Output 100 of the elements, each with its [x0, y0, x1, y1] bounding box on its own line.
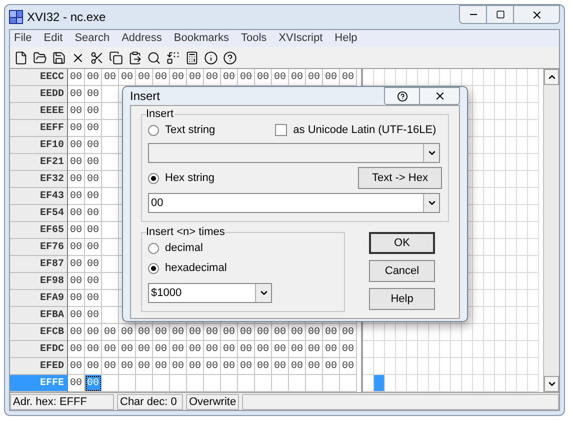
hex-cell[interactable]: 00	[153, 324, 170, 341]
hex-cell[interactable]: 00	[85, 86, 102, 103]
hex-cell[interactable]: 00	[136, 324, 153, 341]
hex-cell[interactable]: 00	[221, 358, 238, 375]
hex-cell[interactable]: 00	[238, 324, 255, 341]
dialog-button[interactable]: Cancel	[369, 260, 435, 282]
hex-cell[interactable]: 00	[68, 188, 85, 205]
hex-cell[interactable]: 00	[85, 154, 102, 171]
hex-cell[interactable]: 00	[170, 358, 187, 375]
hex-cell[interactable]: 00	[68, 137, 85, 154]
hex-cell[interactable]: 00	[221, 341, 238, 358]
hex-cell[interactable]: 00	[102, 341, 119, 358]
hex-cell[interactable]: 00	[289, 341, 306, 358]
hex-cell[interactable]: 00	[102, 69, 119, 86]
hex-cell[interactable]: 00	[170, 341, 187, 358]
hex-cell[interactable]: 00	[68, 341, 85, 358]
hex-cell[interactable]: 00	[68, 103, 85, 120]
hex-cell[interactable]: 00	[272, 324, 289, 341]
hex-cell[interactable]: 00	[68, 358, 85, 375]
hex-cell[interactable]: 00	[119, 324, 136, 341]
hex-cell[interactable]: 00	[255, 324, 272, 341]
hex-cell[interactable]: 00	[68, 171, 85, 188]
hex-cell[interactable]: 00	[323, 324, 340, 341]
hex-cell[interactable]: 00	[85, 69, 102, 86]
hex-cell[interactable]: 00	[306, 324, 323, 341]
hex-cell[interactable]: 00	[85, 188, 102, 205]
hex-cell[interactable]: 00	[102, 324, 119, 341]
dialog-button[interactable]: Help	[369, 288, 435, 310]
hex-cell[interactable]: 00	[340, 324, 357, 341]
hex-cell[interactable]: 00	[68, 69, 85, 86]
address-cell: EEEE	[10, 103, 67, 120]
hex-cell[interactable]: 00	[85, 205, 102, 222]
hex-cell[interactable]: 00	[170, 324, 187, 341]
dialog-button[interactable]: OK	[369, 232, 435, 254]
address-cell: EF21	[10, 154, 67, 171]
address-cell: EFDC	[10, 341, 67, 358]
hex-cell[interactable]: 00	[238, 358, 255, 375]
hex-cell[interactable]: 00	[85, 273, 102, 290]
hex-cell[interactable]: 00	[136, 341, 153, 358]
hex-cell[interactable]: 00	[289, 358, 306, 375]
hex-cell[interactable]: 00	[85, 290, 102, 307]
hex-cell[interactable]: 00	[323, 358, 340, 375]
hex-cell[interactable]: 00	[136, 358, 153, 375]
hex-cell[interactable]: 00	[85, 222, 102, 239]
hex-cell[interactable]: 00	[102, 358, 119, 375]
hex-cell[interactable]: 00	[68, 290, 85, 307]
hex-cell[interactable]: 00	[204, 341, 221, 358]
hex-cell[interactable]: 00	[68, 154, 85, 171]
hex-cell[interactable]: 00	[85, 324, 102, 341]
hex-cell[interactable]: 00	[187, 358, 204, 375]
hex-cell[interactable]: 00	[187, 341, 204, 358]
hex-cell[interactable]: 00	[68, 86, 85, 103]
hex-cell[interactable]: 00	[68, 205, 85, 222]
hex-cell[interactable]: 00	[153, 341, 170, 358]
hex-cell[interactable]: 00	[85, 103, 102, 120]
hex-cell[interactable]: 00	[68, 239, 85, 256]
hex-cell[interactable]: 00	[85, 256, 102, 273]
hex-cell[interactable]: 00	[85, 341, 102, 358]
menu-item[interactable]: File	[14, 30, 32, 47]
hex-cell[interactable]: 00	[85, 307, 102, 324]
text-to-hex-button[interactable]: Text -> Hex	[358, 167, 442, 189]
hex-cell[interactable]: 00	[204, 358, 221, 375]
menu-item[interactable]: Search	[74, 30, 110, 47]
hex-cell[interactable]: 00	[187, 324, 204, 341]
hex-cell[interactable]: 00	[68, 273, 85, 290]
hex-cell[interactable]: 00	[68, 120, 85, 137]
hex-cell[interactable]: 00	[272, 358, 289, 375]
hex-cell[interactable]: 00	[153, 358, 170, 375]
hex-cell[interactable]: 00	[68, 324, 85, 341]
menu-item[interactable]: Tools	[240, 30, 267, 47]
hex-cell[interactable]: 00	[68, 307, 85, 324]
menu-item[interactable]: XVIscript	[278, 30, 323, 47]
menu-item[interactable]: Address	[122, 30, 162, 47]
address-cell: EF87	[10, 256, 67, 273]
count-combo-box[interactable]: $1000	[148, 283, 272, 303]
hex-cell[interactable]: 00	[119, 341, 136, 358]
hex-cell[interactable]: 00	[272, 341, 289, 358]
hex-cell[interactable]: 00	[119, 358, 136, 375]
hex-cell[interactable]: 00	[340, 341, 357, 358]
hex-cell[interactable]: 00	[68, 256, 85, 273]
hex-cell[interactable]: 00	[306, 341, 323, 358]
hex-cell[interactable]: 00	[289, 324, 306, 341]
hex-cell[interactable]: 00	[255, 358, 272, 375]
hex-cell[interactable]: 00	[85, 239, 102, 256]
hex-cell[interactable]: 00	[68, 222, 85, 239]
hex-cell[interactable]: 00	[85, 171, 102, 188]
hex-cell[interactable]: 00	[255, 341, 272, 358]
address-cell: EF54	[10, 205, 67, 222]
hex-combo-box[interactable]: 00	[148, 193, 440, 213]
hex-cell[interactable]: 00	[85, 137, 102, 154]
hex-cell[interactable]: 00	[85, 120, 102, 137]
hex-cell[interactable]: 00	[221, 324, 238, 341]
menu-item[interactable]: Bookmarks	[174, 30, 229, 47]
hex-cell[interactable]: 00	[306, 358, 323, 375]
hex-cell[interactable]: 00	[340, 358, 357, 375]
menu-item[interactable]: Edit	[44, 30, 63, 47]
menu-item[interactable]: Help	[334, 30, 358, 47]
hex-cell[interactable]: 00	[238, 341, 255, 358]
hex-cell[interactable]: 00	[323, 341, 340, 358]
hex-cell[interactable]: 00	[204, 324, 221, 341]
